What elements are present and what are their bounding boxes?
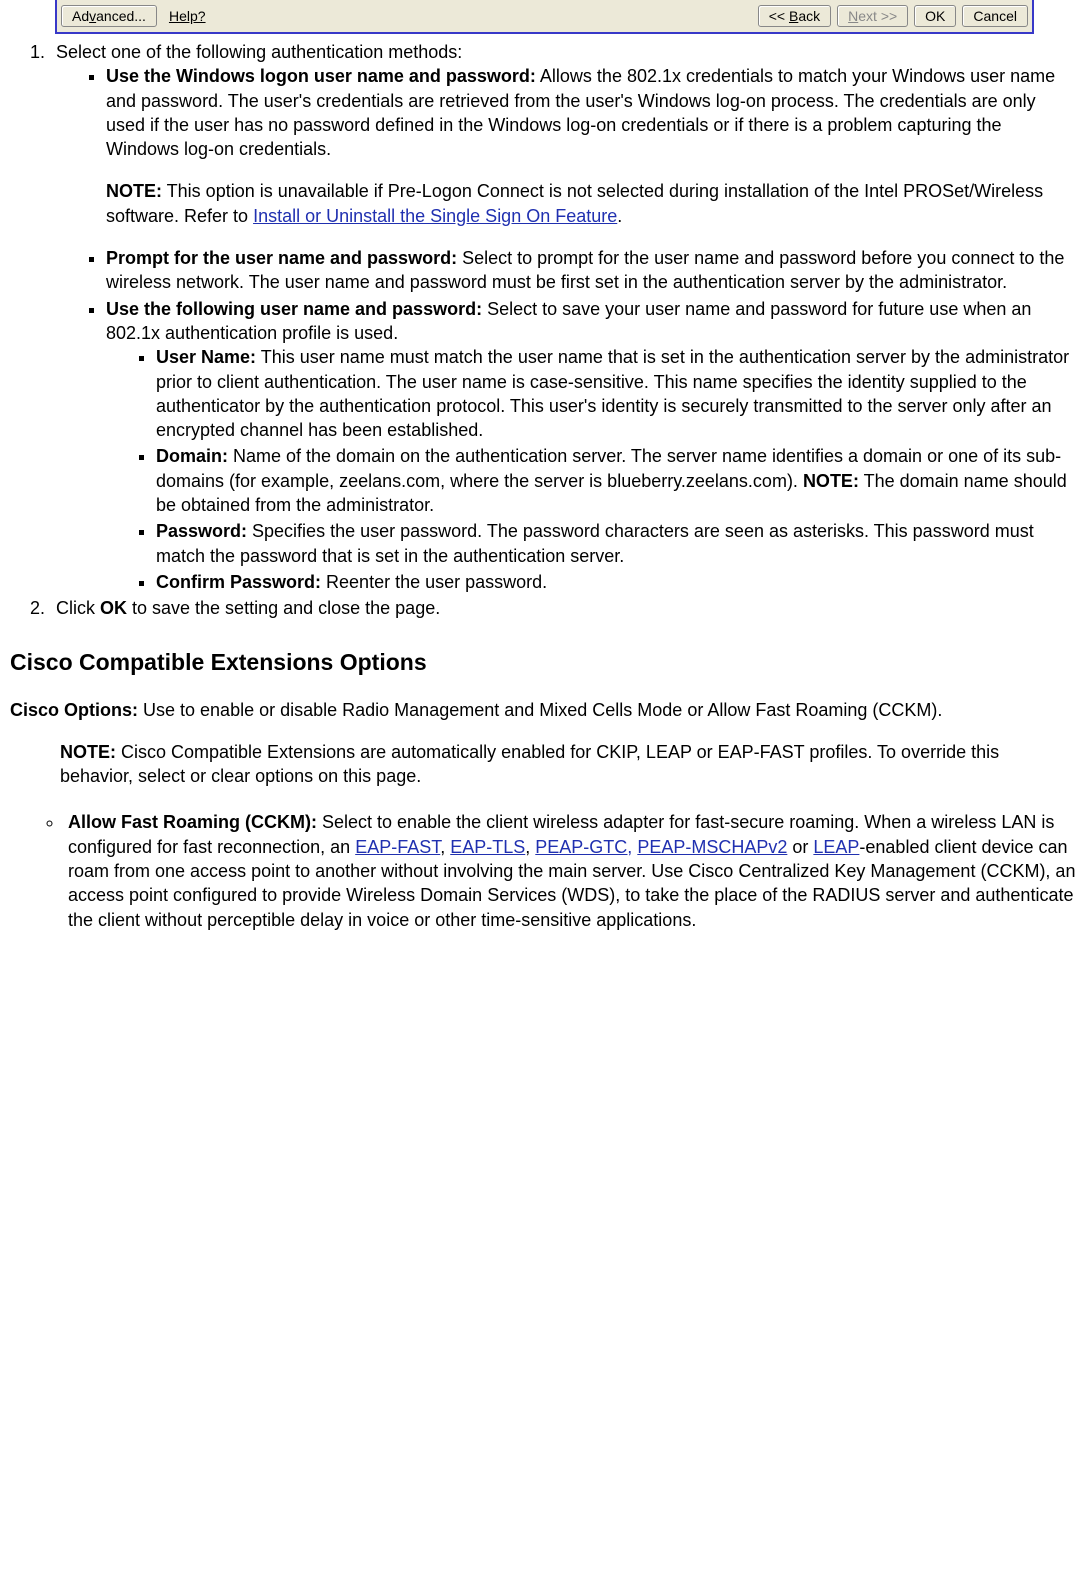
domain-title: Domain: [156,446,228,466]
step2-pre: Click [56,598,100,618]
field-password: Password: Specifies the user password. T… [156,519,1079,568]
cisco-options-title: Cisco Options: [10,700,138,720]
auth-method-following: Use the following user name and password… [106,297,1079,595]
auth-methods-list: Use the Windows logon user name and pass… [56,64,1079,594]
eap-fast-link[interactable]: EAP-FAST [355,837,440,857]
back-button[interactable]: << Back [758,5,831,27]
steps-list: Select one of the following authenticati… [10,40,1079,621]
domain-note-label: NOTE: [803,471,859,491]
auth-method-prompt: Prompt for the user name and password: S… [106,246,1079,295]
step2-post: to save the setting and close the page. [127,598,440,618]
peap-mschapv2-link[interactable]: PEAP-MSCHAPv2 [637,837,787,857]
leap-link[interactable]: LEAP [813,837,859,857]
install-sso-link[interactable]: Install or Uninstall the Single Sign On … [253,206,617,226]
username-text: This user name must match the user name … [156,347,1069,440]
help-link[interactable]: Help? [163,7,212,26]
opt3-title: Use the following user name and password… [106,299,482,319]
field-domain: Domain: Name of the domain on the authen… [156,444,1079,517]
confirm-text: Reenter the user password. [321,572,547,592]
sep4: or [787,837,813,857]
step1-intro: Select one of the following authenticati… [56,42,462,62]
opt1-note: NOTE: This option is unavailable if Pre-… [106,179,1079,228]
cisco-options-list: Allow Fast Roaming (CCKM): Select to ena… [0,810,1079,931]
sep1: , [440,837,450,857]
cisco-options-para: Cisco Options: Use to enable or disable … [10,698,1079,722]
opt2-title: Prompt for the user name and password: [106,248,457,268]
eap-tls-link[interactable]: EAP-TLS [450,837,525,857]
next-button[interactable]: Next >> [837,5,908,27]
username-title: User Name: [156,347,256,367]
cisco-options-text: Use to enable or disable Radio Managemen… [138,700,942,720]
cisco-note: NOTE: Cisco Compatible Extensions are au… [60,740,1029,789]
step-1: Select one of the following authenticati… [50,40,1079,594]
note-label: NOTE: [106,181,162,201]
confirm-title: Confirm Password: [156,572,321,592]
sep2: , [525,837,535,857]
field-username: User Name: This user name must match the… [156,345,1079,442]
option-cckm: Allow Fast Roaming (CCKM): Select to ena… [64,810,1079,931]
cancel-button[interactable]: Cancel [962,5,1028,27]
advanced-button[interactable]: Advanced... [61,5,157,27]
ok-button[interactable]: OK [914,5,956,27]
dialog-toolbar: Advanced... Help? << Back Next >> OK Can… [55,0,1034,34]
cisco-note-label: NOTE: [60,742,116,762]
password-text: Specifies the user password. The passwor… [156,521,1034,565]
cisco-note-text: Cisco Compatible Extensions are automati… [60,742,999,786]
password-title: Password: [156,521,247,541]
field-confirm-password: Confirm Password: Reenter the user passw… [156,570,1079,594]
cckm-title: Allow Fast Roaming (CCKM): [68,812,317,832]
cisco-heading: Cisco Compatible Extensions Options [10,647,1089,678]
note-text-post: . [617,206,622,226]
step2-ok: OK [100,598,127,618]
peap-gtc-link[interactable]: PEAP-GTC, [535,837,632,857]
auth-method-windows-logon: Use the Windows logon user name and pass… [106,64,1079,228]
opt1-title: Use the Windows logon user name and pass… [106,66,536,86]
credentials-list: User Name: This user name must match the… [106,345,1079,594]
step-2: Click OK to save the setting and close t… [50,596,1079,620]
